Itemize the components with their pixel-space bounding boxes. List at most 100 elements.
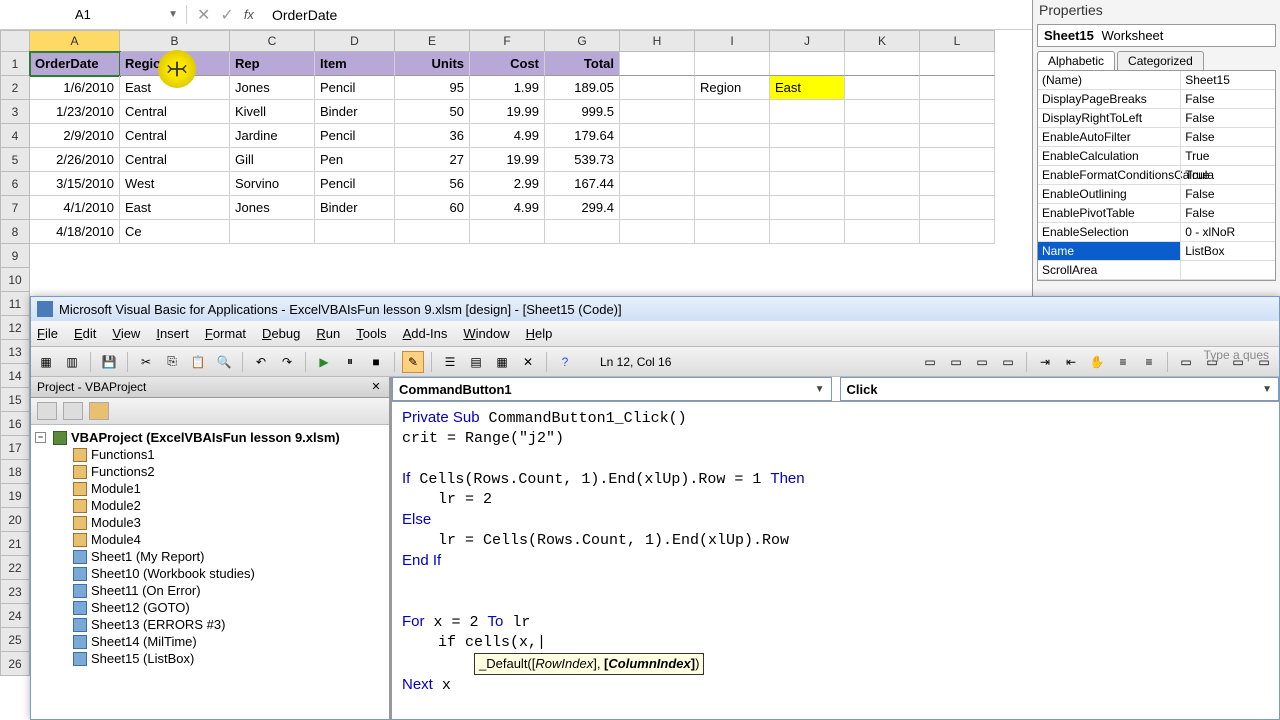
menu-help[interactable]: Help [526, 326, 553, 341]
row-header-2[interactable]: 2 [0, 76, 30, 100]
menu-window[interactable]: Window [463, 326, 509, 341]
cell-G5[interactable]: 539.73 [545, 148, 620, 172]
cell-I5[interactable] [695, 148, 770, 172]
column-header-F[interactable]: F [470, 30, 545, 52]
cell-D4[interactable]: Pencil [315, 124, 395, 148]
cell-D5[interactable]: Pen [315, 148, 395, 172]
cell-L2[interactable] [920, 76, 995, 100]
cell-E4[interactable]: 36 [395, 124, 470, 148]
tree-node[interactable]: Module4 [33, 531, 387, 548]
cell-D6[interactable]: Pencil [315, 172, 395, 196]
cell-J1[interactable] [770, 52, 845, 76]
procedure-dropdown[interactable]: Click▼ [840, 377, 1280, 401]
menu-run[interactable]: Run [316, 326, 340, 341]
formula-bar[interactable]: OrderDate [264, 7, 337, 23]
cell-I6[interactable] [695, 172, 770, 196]
copy-icon[interactable]: ⎘ [161, 351, 183, 373]
tree-node[interactable]: Sheet12 (GOTO) [33, 599, 387, 616]
design-mode-icon[interactable]: ✎ [402, 351, 424, 373]
cell-B3[interactable]: Central [120, 100, 230, 124]
code-pane[interactable]: CommandButton1▼ Click▼ Private Sub Comma… [391, 377, 1279, 719]
column-header-C[interactable]: C [230, 30, 315, 52]
toolbox-icon[interactable]: ✕ [517, 351, 539, 373]
cell-I4[interactable] [695, 124, 770, 148]
cell-A6[interactable]: 3/15/2010 [30, 172, 120, 196]
properties-object-selector[interactable]: Sheet15 Worksheet [1037, 24, 1276, 47]
row-header-11[interactable]: 11 [0, 292, 30, 316]
cell-I7[interactable] [695, 196, 770, 220]
menu-view[interactable]: View [112, 326, 140, 341]
prop-row-displayrighttoleft[interactable]: DisplayRightToLeftFalse [1038, 109, 1275, 128]
row-header-1[interactable]: 1 [0, 52, 30, 76]
cell-F1[interactable]: Cost [470, 52, 545, 76]
cell-H4[interactable] [620, 124, 695, 148]
tree-node[interactable]: Sheet10 (Workbook studies) [33, 565, 387, 582]
vbe-menubar[interactable]: FileEditViewInsertFormatDebugRunToolsAdd… [31, 321, 1279, 347]
row-header-16[interactable]: 16 [0, 412, 30, 436]
cell-A2[interactable]: 1/6/2010 [30, 76, 120, 100]
view-excel-icon[interactable]: ▦ [35, 351, 57, 373]
redo-icon[interactable]: ↷ [276, 351, 298, 373]
cell-H5[interactable] [620, 148, 695, 172]
row-header-25[interactable]: 25 [0, 628, 30, 652]
cell-F7[interactable]: 4.99 [470, 196, 545, 220]
cell-L5[interactable] [920, 148, 995, 172]
cut-icon[interactable]: ✂ [135, 351, 157, 373]
tree-node[interactable]: Sheet1 (My Report) [33, 548, 387, 565]
cell-J4[interactable] [770, 124, 845, 148]
tree-node[interactable]: Sheet13 (ERRORS #3) [33, 616, 387, 633]
row-header-10[interactable]: 10 [0, 268, 30, 292]
column-header-I[interactable]: I [695, 30, 770, 52]
row-header-3[interactable]: 3 [0, 100, 30, 124]
cell-L7[interactable] [920, 196, 995, 220]
enter-icon[interactable]: ✓ [220, 5, 233, 25]
cell-E2[interactable]: 95 [395, 76, 470, 100]
cell-L1[interactable] [920, 52, 995, 76]
cell-K1[interactable] [845, 52, 920, 76]
cell-A7[interactable]: 4/1/2010 [30, 196, 120, 220]
cell-C3[interactable]: Kivell [230, 100, 315, 124]
row-header-6[interactable]: 6 [0, 172, 30, 196]
cell-E7[interactable]: 60 [395, 196, 470, 220]
prop-row-enableautofilter[interactable]: EnableAutoFilterFalse [1038, 128, 1275, 147]
cell-E8[interactable] [395, 220, 470, 244]
menu-insert[interactable]: Insert [156, 326, 189, 341]
tree-node[interactable]: Module3 [33, 514, 387, 531]
cell-H2[interactable] [620, 76, 695, 100]
cell-G1[interactable]: Total [545, 52, 620, 76]
cell-F3[interactable]: 19.99 [470, 100, 545, 124]
cancel-icon[interactable]: ✕ [197, 5, 210, 25]
row-header-17[interactable]: 17 [0, 436, 30, 460]
outdent-icon[interactable]: ⇤ [1060, 351, 1082, 373]
row-header-13[interactable]: 13 [0, 340, 30, 364]
row-header-7[interactable]: 7 [0, 196, 30, 220]
cell-H8[interactable] [620, 220, 695, 244]
project-tree[interactable]: − VBAProject (ExcelVBAIsFun lesson 9.xls… [31, 425, 389, 719]
row-header-21[interactable]: 21 [0, 532, 30, 556]
prop-row-scrollarea[interactable]: ScrollArea [1038, 261, 1275, 280]
cell-B4[interactable]: Central [120, 124, 230, 148]
cell-G6[interactable]: 167.44 [545, 172, 620, 196]
tree-root[interactable]: − VBAProject (ExcelVBAIsFun lesson 9.xls… [33, 429, 387, 446]
row-header-22[interactable]: 22 [0, 556, 30, 580]
cell-J8[interactable] [770, 220, 845, 244]
indent-icon[interactable]: ⇥ [1034, 351, 1056, 373]
reset-icon[interactable]: ■ [365, 351, 387, 373]
cell-E6[interactable]: 56 [395, 172, 470, 196]
cell-E3[interactable]: 50 [395, 100, 470, 124]
cell-J2[interactable]: East [770, 76, 845, 100]
view-object-icon[interactable] [63, 402, 83, 420]
cell-G7[interactable]: 299.4 [545, 196, 620, 220]
toggle-folders-icon[interactable] [89, 402, 109, 420]
cell-C7[interactable]: Jones [230, 196, 315, 220]
name-box[interactable]: A1 ▼ [67, 5, 187, 24]
cell-K8[interactable] [845, 220, 920, 244]
column-header-B[interactable]: B [120, 30, 230, 52]
cell-F2[interactable]: 1.99 [470, 76, 545, 100]
tree-node[interactable]: Sheet11 (On Error) [33, 582, 387, 599]
cell-E5[interactable]: 27 [395, 148, 470, 172]
row-header-15[interactable]: 15 [0, 388, 30, 412]
run-icon[interactable]: ▶ [313, 351, 335, 373]
menu-format[interactable]: Format [205, 326, 246, 341]
cell-L8[interactable] [920, 220, 995, 244]
